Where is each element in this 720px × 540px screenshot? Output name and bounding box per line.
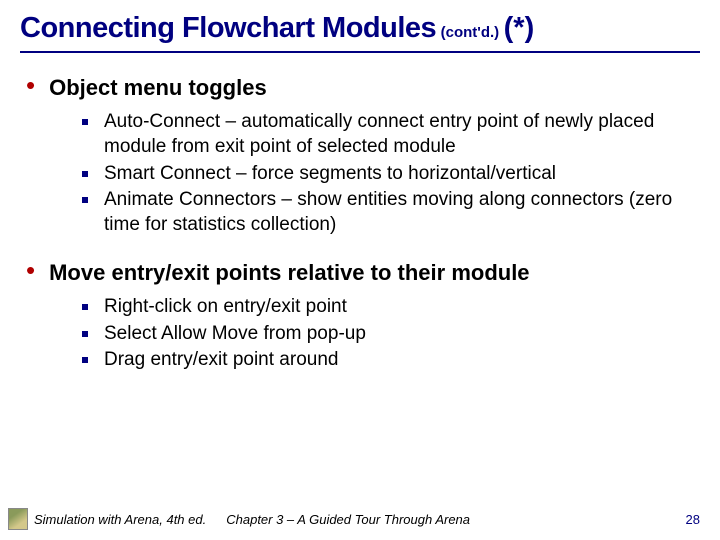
- footer-book: Simulation with Arena, 4th ed.: [34, 512, 206, 527]
- bullet-lvl1: • Move entry/exit points relative to the…: [26, 260, 700, 285]
- square-bullet-icon: [82, 357, 88, 363]
- sublist-2: Right-click on entry/exit point Select A…: [82, 295, 700, 373]
- sublist-1: Auto-Connect – automatically connect ent…: [82, 110, 700, 237]
- list-item: Animate Connectors – show entities movin…: [82, 188, 700, 237]
- square-bullet-icon: [82, 197, 88, 203]
- section-2: • Move entry/exit points relative to the…: [20, 260, 700, 373]
- slide-footer: Simulation with Arena, 4th ed. Chapter 3…: [0, 508, 720, 530]
- title-main: Connecting Flowchart Modules: [20, 12, 436, 44]
- list-item-text: Right-click on entry/exit point: [104, 295, 347, 320]
- title-contd: (cont'd.): [441, 24, 500, 41]
- slide-title: Connecting Flowchart Modules (cont'd.) (…: [20, 12, 700, 45]
- list-item: Right-click on entry/exit point: [82, 295, 700, 320]
- section-heading: Move entry/exit points relative to their…: [49, 260, 529, 285]
- bullet-dot-icon: •: [26, 75, 35, 95]
- square-bullet-icon: [82, 304, 88, 310]
- list-item-text: Auto-Connect – automatically connect ent…: [104, 110, 700, 159]
- section-1: • Object menu toggles Auto-Connect – aut…: [20, 75, 700, 238]
- list-item: Auto-Connect – automatically connect ent…: [82, 110, 700, 159]
- list-item: Drag entry/exit point around: [82, 348, 700, 373]
- book-cover-icon: [8, 508, 28, 530]
- bullet-lvl1: • Object menu toggles: [26, 75, 700, 100]
- list-item-text: Drag entry/exit point around: [104, 348, 338, 373]
- footer-left: Simulation with Arena, 4th ed.: [8, 508, 206, 530]
- list-item: Select Allow Move from pop-up: [82, 322, 700, 347]
- section-heading: Object menu toggles: [49, 75, 267, 100]
- page-number: 28: [686, 512, 700, 527]
- list-item-text: Animate Connectors – show entities movin…: [104, 188, 700, 237]
- square-bullet-icon: [82, 119, 88, 125]
- square-bullet-icon: [82, 171, 88, 177]
- square-bullet-icon: [82, 331, 88, 337]
- list-item-text: Smart Connect – force segments to horizo…: [104, 162, 556, 187]
- list-item-text: Select Allow Move from pop-up: [104, 322, 366, 347]
- list-item: Smart Connect – force segments to horizo…: [82, 162, 700, 187]
- title-star: (*): [504, 12, 535, 44]
- bullet-dot-icon: •: [26, 260, 35, 280]
- title-rule: [20, 51, 700, 53]
- footer-chapter: Chapter 3 – A Guided Tour Through Arena: [206, 512, 685, 527]
